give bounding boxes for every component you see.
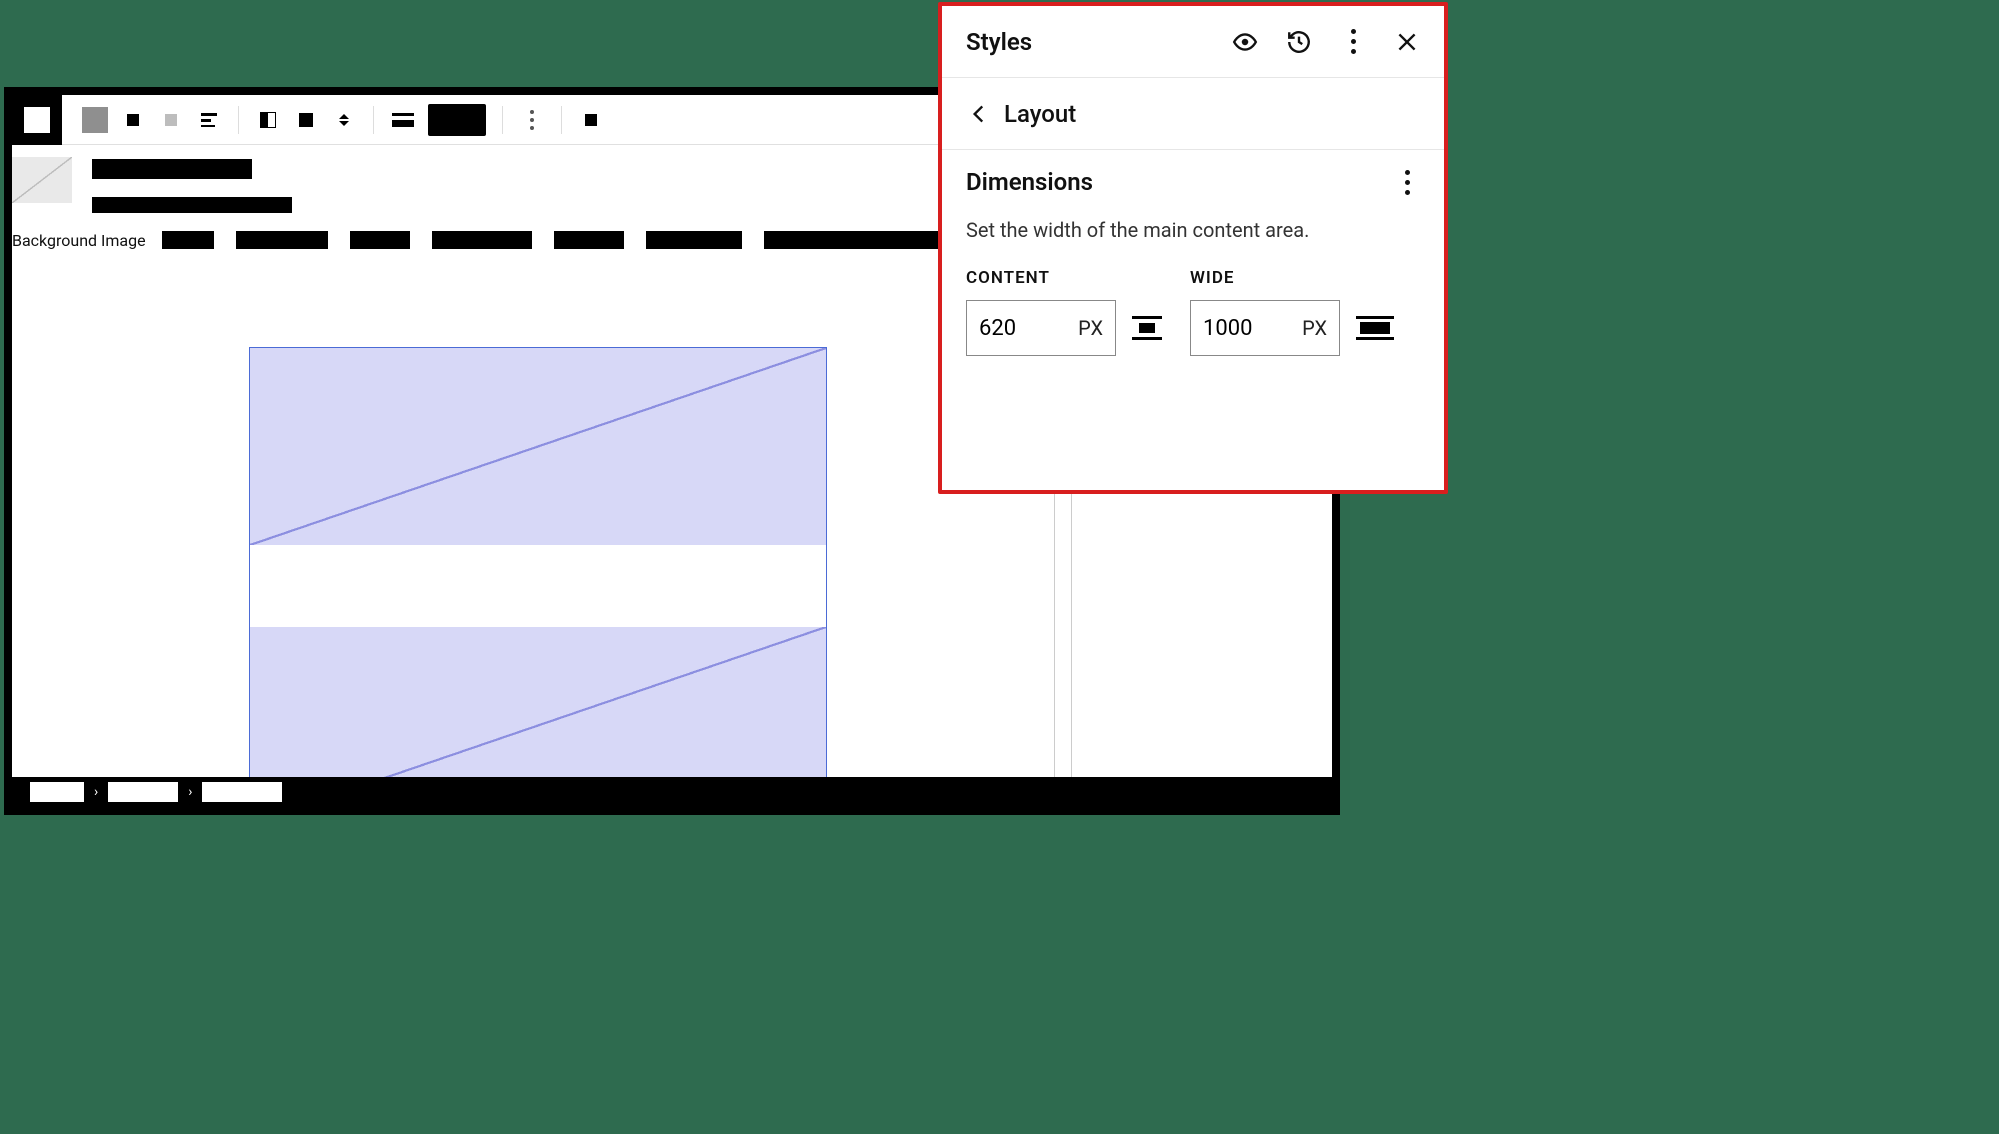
wide-width-field: WIDE PX xyxy=(1190,268,1394,356)
block-type-icon xyxy=(82,107,108,133)
site-logo-icon xyxy=(24,107,50,133)
styles-more-menu[interactable] xyxy=(1340,29,1366,55)
toolbar-color-button[interactable] xyxy=(293,107,319,133)
wide-width-label: WIDE xyxy=(1190,268,1394,288)
dimensions-description: Set the width of the main content area. xyxy=(966,218,1420,242)
cover-image-placeholder-top xyxy=(250,348,826,545)
toolbar-selected-button[interactable] xyxy=(428,107,486,133)
nav-item[interactable] xyxy=(350,231,410,249)
nav-item[interactable] xyxy=(162,231,214,249)
toolbar-separator xyxy=(502,106,503,134)
kebab-icon xyxy=(1405,170,1410,195)
wide-width-icon xyxy=(1356,316,1394,340)
styles-back-button[interactable] xyxy=(966,101,992,127)
breadcrumb-item[interactable] xyxy=(108,782,178,802)
breadcrumb-item[interactable] xyxy=(202,782,282,802)
dimensions-more-button[interactable] xyxy=(1394,169,1420,195)
chevron-left-icon xyxy=(966,101,992,127)
toolbar-contrast-button[interactable] xyxy=(255,107,281,133)
more-icon xyxy=(530,110,534,130)
wide-width-input[interactable] xyxy=(1203,316,1273,341)
global-styles-panel: Styles Layout Dimensions xyxy=(938,2,1448,494)
block-breadcrumb: › › xyxy=(12,777,1332,807)
content-width-input[interactable] xyxy=(979,316,1049,341)
site-title-group xyxy=(92,157,292,213)
kebab-icon xyxy=(1351,29,1356,54)
color-swatch-icon xyxy=(299,113,313,127)
dimensions-title: Dimensions xyxy=(966,168,1093,196)
sidebar-column-outline xyxy=(1054,485,1072,777)
nav-item[interactable] xyxy=(236,231,328,249)
toolbar-separator xyxy=(373,106,374,134)
toolbar-separator xyxy=(561,106,562,134)
styles-nav-title: Layout xyxy=(1004,100,1076,128)
history-icon xyxy=(1286,29,1312,55)
nav-item[interactable] xyxy=(432,231,532,249)
breadcrumb-separator: › xyxy=(94,784,98,800)
styles-nav-row: Layout xyxy=(942,78,1444,150)
breadcrumb-separator: › xyxy=(188,784,192,800)
cover-block-selected[interactable] xyxy=(249,347,827,777)
wide-width-row: PX xyxy=(1190,300,1394,356)
wide-width-unit[interactable]: PX xyxy=(1302,316,1327,340)
toolbar-block-type-button[interactable] xyxy=(82,107,108,133)
cover-inner-content[interactable] xyxy=(250,545,826,627)
dimensions-fields: CONTENT PX WIDE PX xyxy=(966,268,1420,356)
site-thumbnail-placeholder[interactable] xyxy=(12,157,72,203)
toolbar-move-button[interactable] xyxy=(158,107,184,133)
extra-icon xyxy=(585,114,597,126)
redacted-site-tagline xyxy=(92,197,292,213)
close-icon xyxy=(1394,29,1420,55)
drag-icon xyxy=(127,114,139,126)
styles-layout-body: Dimensions Set the width of the main con… xyxy=(942,150,1444,490)
breadcrumb-item[interactable] xyxy=(30,782,84,802)
toolbar-align-button[interactable] xyxy=(196,107,222,133)
cover-image-placeholder-bottom xyxy=(250,627,826,777)
content-width-icon xyxy=(1132,316,1162,340)
background-image-label: Background Image xyxy=(12,231,146,250)
toolbar-height-button[interactable] xyxy=(331,107,357,133)
content-width-label: CONTENT xyxy=(966,268,1162,288)
content-width-field: CONTENT PX xyxy=(966,268,1162,356)
style-book-button[interactable] xyxy=(1232,29,1258,55)
align-icon xyxy=(201,113,217,127)
revisions-button[interactable] xyxy=(1286,29,1312,55)
styles-panel-header: Styles xyxy=(942,6,1444,78)
toolbar-separator xyxy=(238,106,239,134)
wide-width-input-wrap: PX xyxy=(1190,300,1340,356)
toolbar-drag-handle[interactable] xyxy=(120,107,146,133)
move-icon xyxy=(165,114,177,126)
content-width-row: PX xyxy=(966,300,1162,356)
styles-panel-actions xyxy=(1232,29,1420,55)
nav-item[interactable] xyxy=(646,231,742,249)
toolbar-more-button[interactable] xyxy=(519,107,545,133)
nav-item[interactable] xyxy=(764,231,954,249)
contrast-icon xyxy=(260,112,276,128)
toolbar-fullwidth-button[interactable] xyxy=(390,107,416,133)
site-logo-button[interactable] xyxy=(12,95,62,145)
content-width-unit[interactable]: PX xyxy=(1078,316,1103,340)
height-icon xyxy=(339,114,349,126)
selected-block-icon xyxy=(428,104,486,136)
close-styles-button[interactable] xyxy=(1394,29,1420,55)
eye-icon xyxy=(1232,29,1258,55)
nav-item[interactable] xyxy=(554,231,624,249)
content-width-input-wrap: PX xyxy=(966,300,1116,356)
toolbar-extra-button[interactable] xyxy=(578,107,604,133)
styles-panel-title: Styles xyxy=(966,28,1032,56)
fullwidth-icon xyxy=(392,113,414,127)
redacted-site-title xyxy=(92,159,252,179)
dimensions-header: Dimensions xyxy=(966,168,1420,196)
